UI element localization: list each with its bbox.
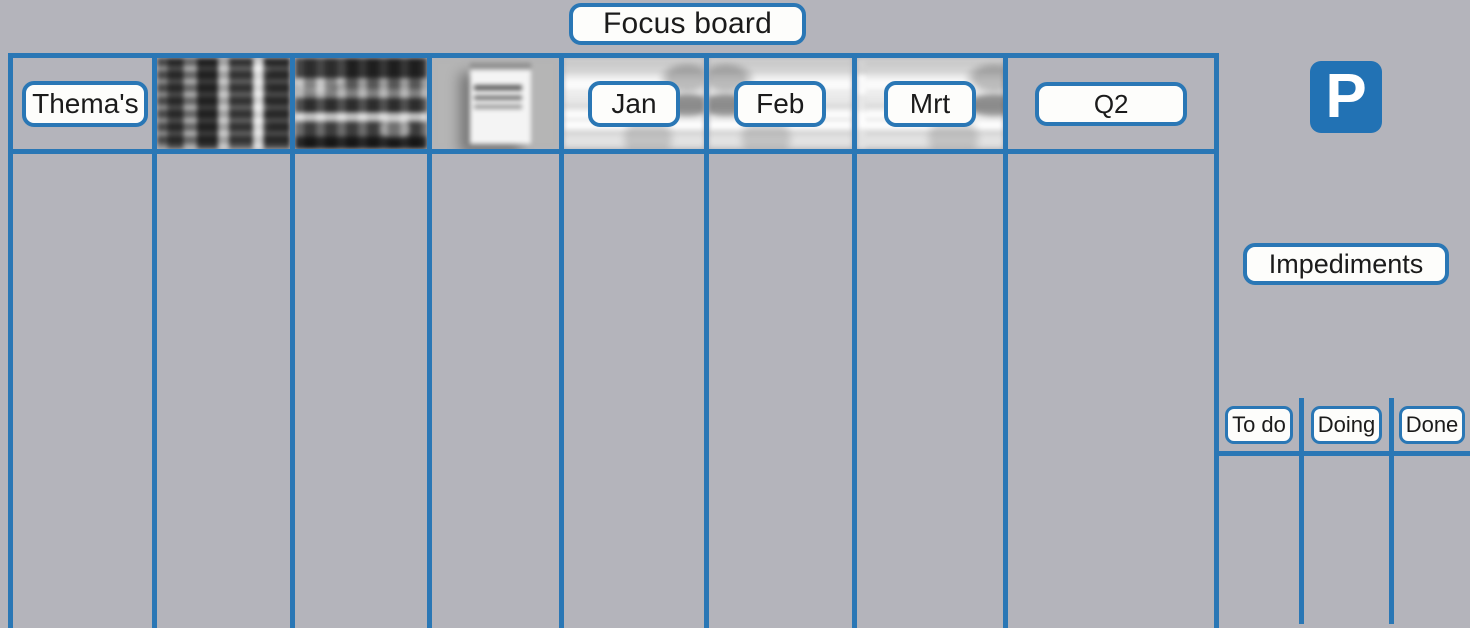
impediments-panel: P Impediments To do Doing Done [1214, 53, 1470, 624]
board-header-row: Thema's Jan Feb Mrt Q2 [13, 58, 1214, 154]
board-column-themas[interactable]: Thema's [13, 58, 157, 149]
board-column-photo-3[interactable] [432, 58, 564, 149]
board-cell-mrt[interactable] [857, 154, 1009, 628]
themas-label: Thema's [22, 81, 148, 127]
board-column-photo-2[interactable] [295, 58, 433, 149]
kanban-label-doing: Doing [1311, 406, 1382, 444]
kanban-label-done: Done [1399, 406, 1466, 444]
board-column-q2[interactable]: Q2 [1008, 58, 1214, 149]
quarter-label-q2: Q2 [1035, 82, 1187, 126]
kanban-label-to-do: To do [1225, 406, 1293, 444]
impediments-kanban: To do Doing Done [1219, 398, 1470, 624]
board-cell-photo-1[interactable] [157, 154, 295, 628]
board-cell-q2[interactable] [1008, 154, 1214, 628]
board-cell-jan[interactable] [564, 154, 709, 628]
kanban-header-to-do: To do [1219, 398, 1299, 456]
board-column-mrt[interactable]: Mrt [857, 58, 1009, 149]
board-body-row [13, 154, 1214, 628]
board-cell-themas[interactable] [13, 154, 157, 628]
kanban-column-doing[interactable]: Doing [1304, 398, 1394, 624]
month-label-feb: Feb [734, 81, 826, 127]
board-title: Focus board [569, 3, 806, 45]
photo-thumbnail-flipchart-icon [432, 58, 559, 149]
focus-board-grid: Thema's Jan Feb Mrt Q2 [8, 53, 1219, 628]
board-column-jan[interactable]: Jan [564, 58, 709, 149]
impediments-title: Impediments [1243, 243, 1449, 285]
month-label-mrt: Mrt [884, 81, 976, 127]
board-column-photo-1[interactable] [157, 58, 295, 149]
board-column-feb[interactable]: Feb [709, 58, 857, 149]
kanban-header-done: Done [1394, 398, 1470, 456]
month-label-jan: Jan [588, 81, 680, 127]
photo-thumbnail-workshop-icon [157, 58, 290, 149]
kanban-column-done[interactable]: Done [1394, 398, 1470, 624]
board-cell-feb[interactable] [709, 154, 857, 628]
board-cell-photo-3[interactable] [432, 154, 564, 628]
photo-thumbnail-meeting-icon [295, 58, 428, 149]
kanban-column-to-do[interactable]: To do [1219, 398, 1304, 624]
board-cell-photo-2[interactable] [295, 154, 433, 628]
kanban-header-doing: Doing [1304, 398, 1389, 456]
parking-p-icon[interactable]: P [1310, 61, 1382, 133]
